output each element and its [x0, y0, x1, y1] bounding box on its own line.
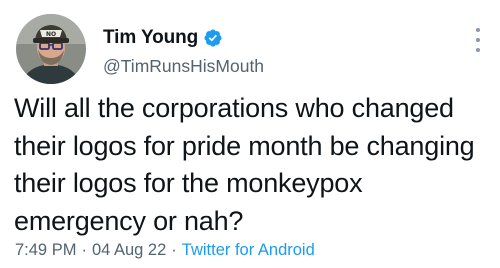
tweet-card: NO Tim Young @TimRunsHisMouth Will all t…	[0, 0, 500, 268]
tweet-source-link[interactable]: Twitter for Android	[182, 241, 315, 259]
meta-separator: ·	[171, 241, 177, 259]
tweet-meta: 7:49 PM · 04 Aug 22 · Twitter for Android	[15, 241, 315, 260]
more-dot	[476, 48, 480, 52]
handle[interactable]: @TimRunsHisMouth	[103, 56, 264, 77]
verified-badge-icon	[203, 28, 223, 48]
tweet-date[interactable]: 04 Aug 22	[92, 241, 166, 259]
avatar-image: NO	[16, 14, 86, 84]
tweet-text: Will all the corporations who changed th…	[14, 93, 475, 236]
name-row: Tim Young	[103, 26, 264, 50]
display-name[interactable]: Tim Young	[103, 27, 198, 49]
more-dot	[476, 28, 480, 32]
more-options-icon[interactable]	[474, 28, 482, 52]
svg-text:NO: NO	[46, 31, 56, 38]
avatar[interactable]: NO	[16, 14, 86, 84]
author-block: Tim Young @TimRunsHisMouth	[103, 26, 264, 77]
more-dot	[476, 38, 480, 42]
meta-separator: ·	[81, 241, 87, 259]
tweet-time[interactable]: 7:49 PM	[15, 241, 76, 259]
